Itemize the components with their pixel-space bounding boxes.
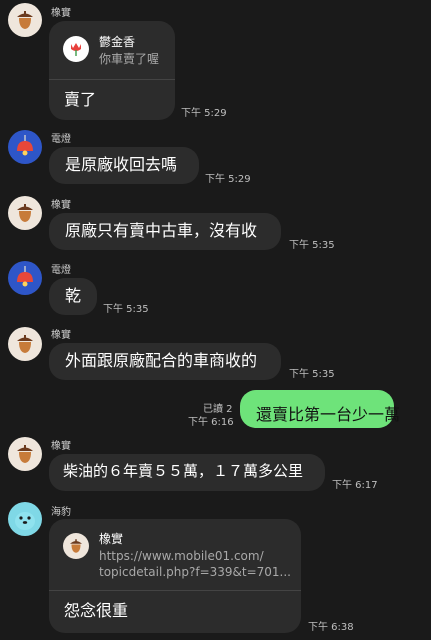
reply-text: 你車賣了喔 bbox=[99, 52, 160, 66]
message-bubble[interactable]: 柴油的６年賣５５萬，１７萬多公里 bbox=[49, 454, 325, 491]
message-text: 外面跟原廠配合的車商收的 bbox=[65, 351, 258, 370]
message-time: 下午 6:16 bbox=[188, 417, 234, 428]
message-bubble[interactable]: 乾 bbox=[49, 278, 97, 315]
acorn-icon[interactable] bbox=[8, 196, 42, 230]
reply-preview[interactable]: 鬱金香 你車賣了喔 bbox=[49, 21, 175, 80]
message-time: 下午 5:35 bbox=[289, 369, 335, 380]
message-time: 下午 5:29 bbox=[181, 108, 227, 119]
message-row: 電燈 乾 下午 5:35 bbox=[0, 260, 431, 315]
acorn-icon[interactable] bbox=[8, 327, 42, 361]
lamp-icon[interactable] bbox=[8, 130, 42, 164]
seal-icon[interactable] bbox=[8, 502, 42, 536]
message-bubble[interactable]: 鬱金香 你車賣了喔 賣了 bbox=[49, 21, 175, 120]
message-row: 海豹 橡實 https://www.mobile01.com/ topicdet… bbox=[0, 500, 431, 640]
message-time: 下午 5:35 bbox=[289, 240, 335, 251]
message-row: 橡實 原廠只有賣中古車，沒有收 下午 5:35 bbox=[0, 194, 431, 251]
message-text: 怨念很重 bbox=[64, 601, 129, 620]
lamp-icon[interactable] bbox=[8, 261, 42, 295]
message-time: 下午 5:35 bbox=[103, 304, 149, 315]
reply-link-line1[interactable]: https://www.mobile01.com/ bbox=[99, 550, 264, 562]
tulip-icon bbox=[63, 36, 89, 62]
reply-link-line2[interactable]: topicdetail.php?f=339&t=701... bbox=[99, 566, 291, 578]
sender-name: 電燈 bbox=[51, 134, 71, 145]
acorn-icon[interactable] bbox=[8, 437, 42, 471]
reply-sender-name: 橡實 bbox=[99, 532, 124, 546]
message-time: 下午 6:17 bbox=[332, 480, 378, 491]
sent-message-bubble[interactable]: 還賣比第一台少一萬 bbox=[240, 390, 400, 428]
sender-name: 電燈 bbox=[51, 265, 71, 276]
message-time: 下午 5:29 bbox=[205, 174, 251, 185]
sender-name: 橡實 bbox=[51, 441, 71, 452]
message-text: 是原廠收回去嗎 bbox=[65, 155, 178, 174]
sender-name: 橡實 bbox=[51, 330, 71, 341]
message-bubble[interactable]: 是原廠收回去嗎 bbox=[49, 147, 199, 184]
reply-sender-name: 鬱金香 bbox=[99, 35, 136, 49]
sender-name: 橡實 bbox=[51, 8, 71, 19]
message-text: 原廠只有賣中古車，沒有收 bbox=[65, 221, 258, 240]
message-row: 電燈 是原廠收回去嗎 下午 5:29 bbox=[0, 128, 431, 185]
message-time: 下午 6:38 bbox=[308, 622, 354, 633]
acorn-icon bbox=[63, 533, 89, 559]
reply-preview[interactable]: 橡實 https://www.mobile01.com/ topicdetail… bbox=[49, 519, 301, 591]
message-bubble[interactable]: 外面跟原廠配合的車商收的 bbox=[49, 343, 281, 380]
message-text: 賣了 bbox=[64, 90, 97, 109]
acorn-icon[interactable] bbox=[8, 3, 42, 37]
message-bubble[interactable]: 原廠只有賣中古車，沒有收 bbox=[49, 213, 281, 250]
message-text: 還賣比第一台少一萬 bbox=[256, 405, 401, 424]
sender-name: 海豹 bbox=[51, 507, 71, 518]
sent-message-row: 已讀 2 下午 6:16 還賣比第一台少一萬 bbox=[0, 388, 431, 433]
message-text: 柴油的６年賣５５萬，１７萬多公里 bbox=[63, 462, 304, 480]
message-bubble[interactable]: 橡實 https://www.mobile01.com/ topicdetail… bbox=[49, 519, 301, 633]
message-row: 橡實 鬱金香 你車賣了喔 賣了 下午 5:29 bbox=[0, 0, 431, 125]
message-row: 橡實 柴油的６年賣５５萬，１７萬多公里 下午 6:17 bbox=[0, 435, 431, 493]
sender-name: 橡實 bbox=[51, 200, 71, 211]
message-text: 乾 bbox=[65, 286, 82, 305]
message-row: 橡實 外面跟原廠配合的車商收的 下午 5:35 bbox=[0, 325, 431, 380]
